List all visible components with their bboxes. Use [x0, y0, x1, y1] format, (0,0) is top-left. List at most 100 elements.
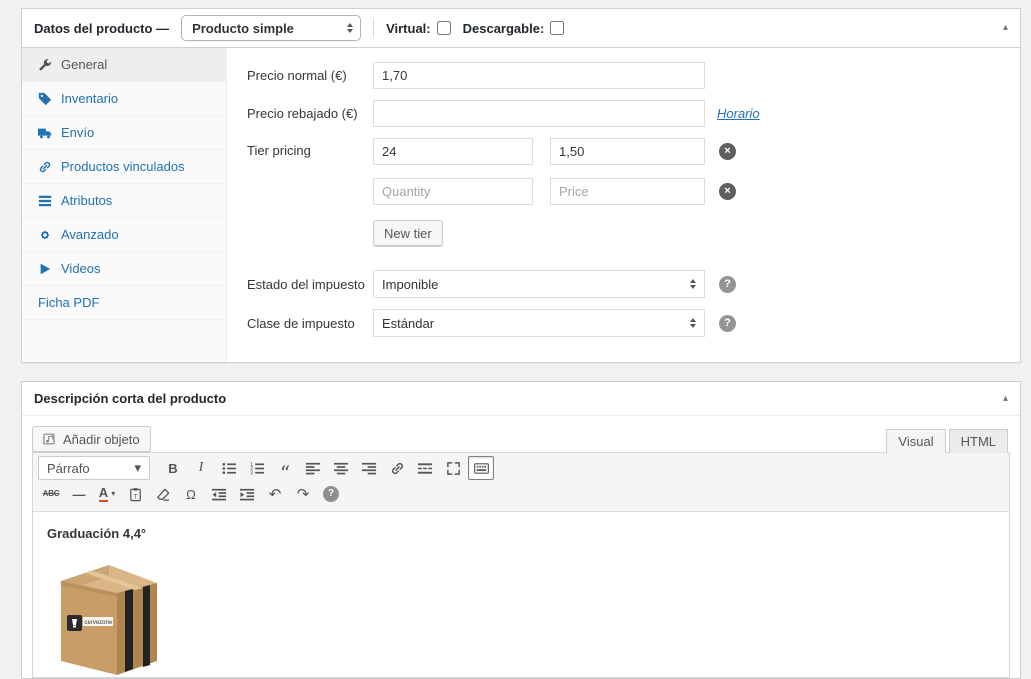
sidebar-item-videos[interactable]: Videos — [22, 252, 226, 286]
new-tier-button[interactable]: New tier — [373, 220, 443, 246]
product-type-select[interactable]: Producto simple — [181, 15, 362, 41]
read-more-icon — [417, 462, 432, 474]
tax-class-select[interactable]: Estándar — [373, 309, 705, 337]
chevron-down-icon: ▾ — [111, 489, 116, 498]
product-data-header: Datos del producto — Producto simple Vir… — [22, 9, 1020, 48]
sidebar-item-productos-vinculados[interactable]: Productos vinculados — [22, 150, 226, 184]
special-character-button[interactable]: Ω — [178, 482, 204, 506]
sidebar-item-label: Inventario — [61, 91, 119, 106]
sidebar-item-avanzado[interactable]: Avanzado — [22, 218, 226, 252]
virtual-checkbox[interactable] — [436, 21, 451, 35]
help-icon[interactable]: ? — [719, 314, 736, 332]
downloadable-checkbox[interactable] — [550, 21, 565, 35]
indent-button[interactable] — [234, 482, 260, 506]
horizontal-rule-button[interactable]: — — [66, 482, 92, 506]
add-media-button[interactable]: Añadir objeto — [32, 426, 151, 452]
tier-grid: × × New tier — [373, 138, 736, 246]
keyboard-shortcuts-button[interactable]: ? — [318, 482, 344, 506]
select-stepper-icon — [690, 318, 696, 328]
read-more-button[interactable] — [412, 456, 438, 480]
tax-status-select[interactable]: Imponible — [373, 270, 705, 298]
outdent-button[interactable] — [206, 482, 232, 506]
fullscreen-button[interactable] — [440, 456, 466, 480]
tax-status-label: Estado del impuesto — [247, 276, 365, 292]
svg-text:3: 3 — [250, 470, 253, 476]
tier-price-input[interactable] — [550, 138, 705, 165]
help-icon[interactable]: ? — [719, 275, 736, 293]
sidebar-item-envio[interactable]: Envío — [22, 116, 226, 150]
tier-quantity-input[interactable] — [373, 178, 533, 205]
regular-price-input[interactable] — [373, 62, 705, 89]
collapse-arrow-icon[interactable]: ▴ — [1003, 393, 1008, 404]
editor-content[interactable]: Graduación 4,4° cervezone — [33, 512, 1009, 677]
select-stepper-icon — [690, 279, 696, 289]
blockquote-button[interactable]: “ — [272, 456, 298, 483]
align-center-icon — [333, 462, 348, 474]
outdent-icon — [211, 488, 226, 500]
paragraph-format-select[interactable]: Párrafo ▾ — [38, 456, 150, 480]
tag-icon — [38, 92, 52, 106]
toolbar-toggle-button[interactable] — [468, 456, 494, 480]
tab-html[interactable]: HTML — [948, 429, 1008, 453]
clipboard-icon: T — [129, 487, 141, 501]
paragraph-format-value: Párrafo — [47, 460, 90, 476]
regular-price-row: Precio normal (€) — [247, 62, 1000, 89]
strikethrough-button[interactable]: ABC — [38, 482, 64, 506]
align-center-button[interactable] — [328, 456, 354, 480]
text-color-button[interactable]: A ▾ — [94, 482, 120, 506]
numbered-list-button[interactable]: 123 — [244, 456, 270, 480]
clear-formatting-button[interactable] — [150, 482, 176, 506]
sidebar-item-ficha-pdf[interactable]: Ficha PDF — [22, 286, 226, 320]
sidebar-item-atributos[interactable]: Atributos — [22, 184, 226, 218]
product-fields: Precio normal (€) Precio rebajado (€) Ho… — [227, 48, 1020, 362]
product-data-panel: Datos del producto — Producto simple Vir… — [21, 8, 1021, 363]
collapse-arrow-icon[interactable]: ▴ — [1003, 23, 1008, 33]
panel-title: Datos del producto — — [34, 20, 170, 36]
product-type-value: Producto simple — [192, 20, 294, 36]
remove-tier-icon[interactable]: × — [719, 183, 736, 200]
sale-price-input[interactable] — [373, 100, 705, 127]
redo-button[interactable]: ↷ — [290, 482, 316, 506]
tax-class-value: Estándar — [382, 315, 435, 331]
text-color-a: A — [98, 485, 109, 503]
downloadable-toggle[interactable]: Descargable: — [463, 21, 565, 36]
align-right-icon — [361, 462, 376, 474]
align-right-button[interactable] — [356, 456, 382, 480]
box-logo-text: cervezone — [85, 620, 113, 626]
remove-tier-icon[interactable]: × — [719, 143, 736, 160]
link-icon — [38, 160, 52, 174]
keyboard-icon — [473, 462, 489, 474]
virtual-toggle[interactable]: Virtual: — [386, 21, 451, 36]
sidebar-item-label: Avanzado — [61, 227, 119, 242]
media-icon — [43, 433, 55, 445]
sidebar-item-label: Productos vinculados — [61, 159, 185, 174]
video-play-icon — [38, 262, 52, 276]
bullet-list-button[interactable] — [216, 456, 242, 480]
link-button[interactable] — [384, 456, 410, 480]
sidebar-item-inventario[interactable]: Inventario — [22, 82, 226, 116]
tab-visual[interactable]: Visual — [886, 429, 946, 453]
schedule-link[interactable]: Horario — [717, 106, 760, 121]
paste-as-text-button[interactable]: T — [122, 482, 148, 506]
tax-status-row: Estado del impuesto Imponible ? — [247, 270, 1000, 298]
product-data-body: General Inventario Envío Productos vincu… — [22, 48, 1020, 362]
content-heading: Graduación 4,4° — [47, 526, 147, 541]
svg-text:T: T — [133, 493, 137, 500]
bold-button[interactable]: B — [160, 456, 186, 480]
select-stepper-icon — [347, 23, 354, 33]
undo-button[interactable]: ↶ — [262, 482, 288, 506]
align-left-button[interactable] — [300, 456, 326, 480]
help-icon: ? — [323, 486, 339, 502]
italic-button[interactable]: I — [188, 456, 214, 480]
wrench-icon — [38, 58, 52, 72]
sale-price-label: Precio rebajado (€) — [247, 106, 358, 121]
divider — [373, 18, 375, 38]
regular-price-label: Precio normal (€) — [247, 68, 347, 83]
tier-price-input[interactable] — [550, 178, 705, 205]
fullscreen-icon — [446, 461, 460, 475]
tier-quantity-input[interactable] — [373, 138, 533, 165]
panel-title: Descripción corta del producto — [34, 391, 227, 406]
tier-pricing-label: Tier pricing — [247, 143, 311, 158]
tax-class-row: Clase de impuesto Estándar ? — [247, 309, 1000, 337]
sidebar-item-general[interactable]: General — [22, 48, 226, 82]
